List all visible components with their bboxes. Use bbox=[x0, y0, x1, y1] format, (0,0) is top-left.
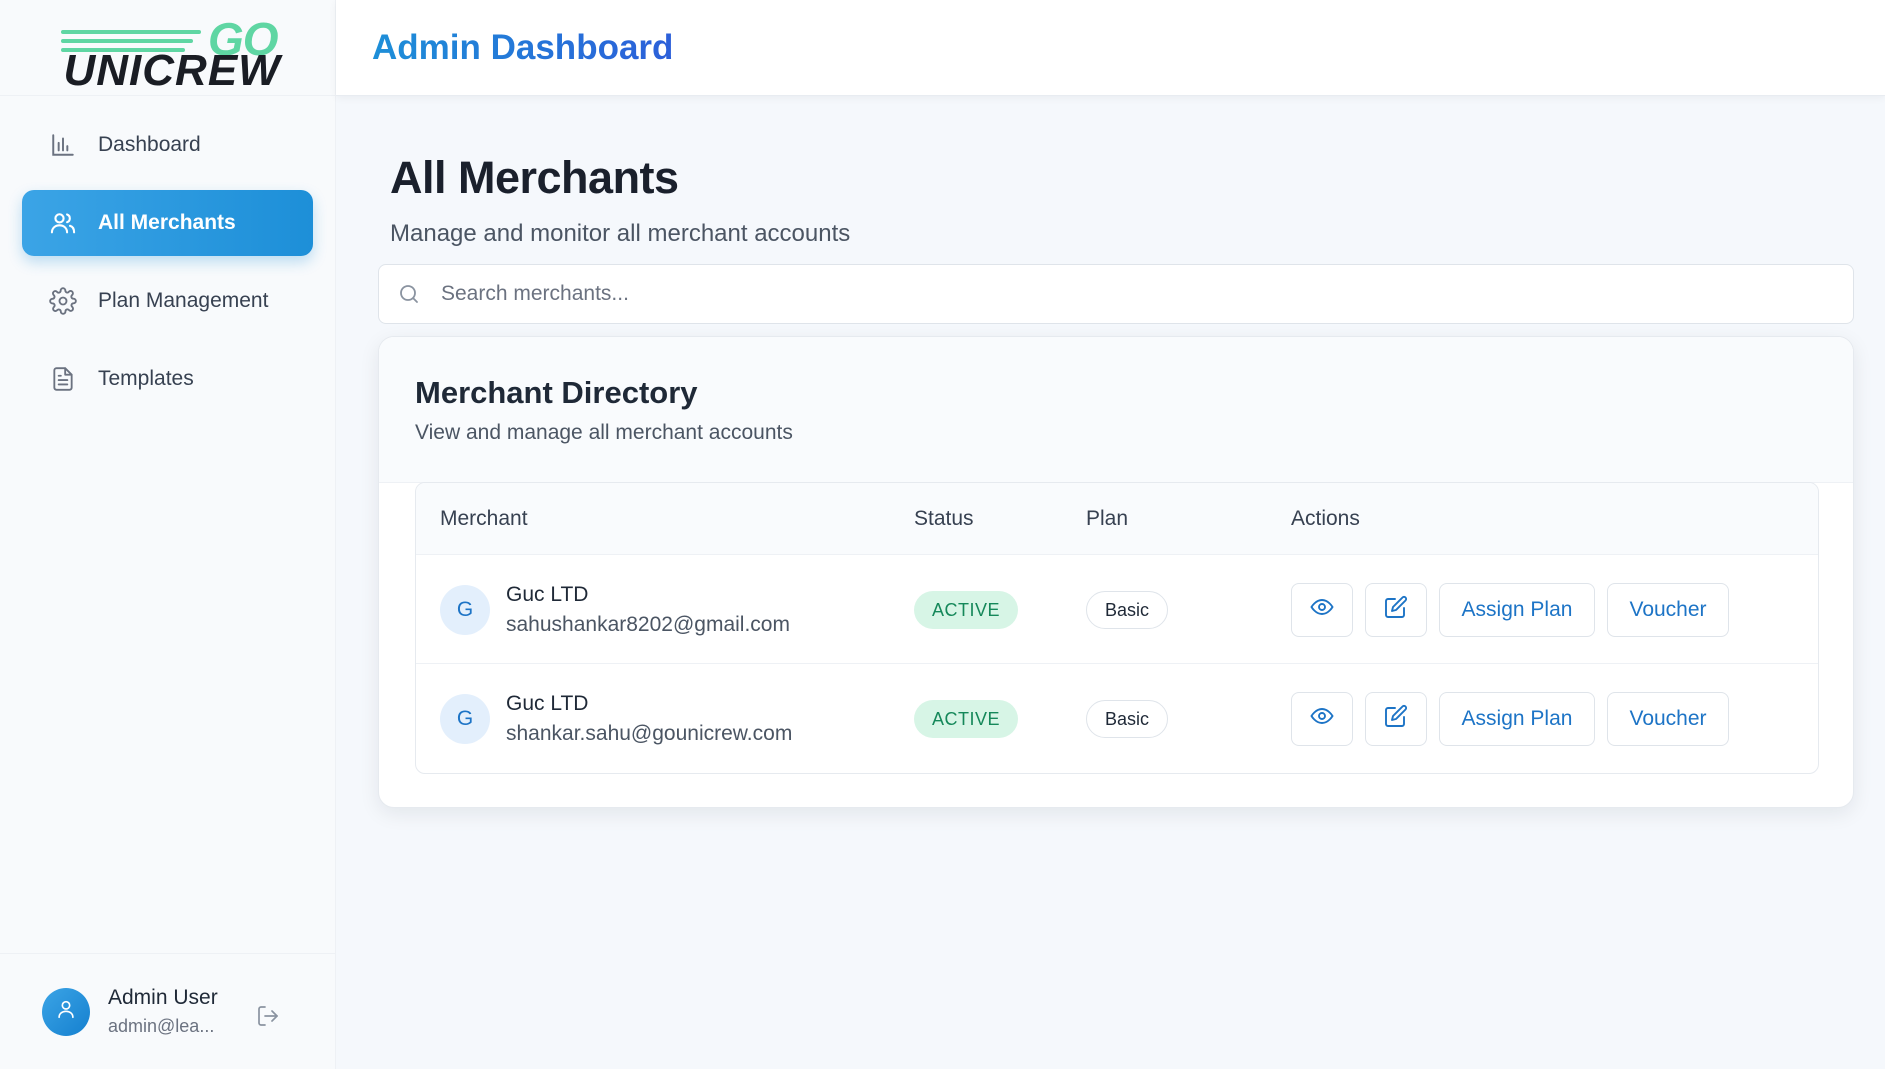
edit-icon bbox=[1384, 595, 1408, 625]
column-header-status: Status bbox=[914, 507, 974, 530]
column-header-actions: Actions bbox=[1291, 507, 1360, 530]
plan-badge: Basic bbox=[1086, 700, 1169, 738]
top-header: Admin Dashboard bbox=[336, 0, 1885, 96]
card-subtitle: View and manage all merchant accounts bbox=[415, 421, 793, 444]
sidebar-item-label: Templates bbox=[98, 367, 194, 390]
search-bar bbox=[378, 264, 1854, 324]
status-badge: ACTIVE bbox=[914, 591, 1019, 629]
users-icon bbox=[48, 208, 78, 238]
assign-plan-button[interactable]: Assign Plan bbox=[1439, 692, 1595, 746]
merchant-avatar: G bbox=[440, 585, 490, 635]
search-input[interactable] bbox=[441, 282, 1741, 306]
merchant-directory-card: Merchant Directory View and manage all m… bbox=[378, 336, 1854, 808]
merchant-email: shankar.sahu@gounicrew.com bbox=[506, 722, 793, 745]
voucher-button[interactable]: Voucher bbox=[1607, 692, 1729, 746]
user-name: Admin User bbox=[108, 986, 218, 1009]
edit-icon bbox=[1384, 704, 1408, 734]
logo-text-unicrew: UNICREW bbox=[63, 45, 281, 95]
card-header: Merchant Directory View and manage all m… bbox=[379, 337, 1853, 483]
merchant-name: Guc LTD bbox=[506, 692, 589, 715]
column-header-plan: Plan bbox=[1086, 507, 1129, 530]
table-row: G Guc LTD shankar.sahu@gounicrew.com ACT… bbox=[416, 664, 1818, 773]
view-button[interactable] bbox=[1291, 692, 1353, 746]
eye-icon bbox=[1310, 704, 1334, 734]
card-title: Merchant Directory bbox=[415, 375, 698, 410]
merchant-table: Merchant Status Plan Actions G Guc LTD s… bbox=[415, 482, 1819, 774]
avatar[interactable] bbox=[42, 987, 90, 1036]
edit-button[interactable] bbox=[1365, 692, 1427, 746]
sidebar-item-dashboard[interactable]: Dashboard bbox=[22, 112, 313, 178]
voucher-button[interactable]: Voucher bbox=[1607, 583, 1729, 637]
header-title: Admin Dashboard bbox=[372, 27, 674, 67]
sidebar-item-templates[interactable]: Templates bbox=[22, 346, 313, 412]
merchant-name: Guc LTD bbox=[506, 583, 589, 606]
logo-area: GO UNICREW bbox=[0, 0, 335, 96]
assign-plan-button[interactable]: Assign Plan bbox=[1439, 583, 1595, 637]
logout-icon[interactable] bbox=[256, 1004, 280, 1033]
status-badge: ACTIVE bbox=[914, 700, 1019, 738]
search-icon bbox=[397, 282, 421, 306]
view-button[interactable] bbox=[1291, 583, 1353, 637]
user-icon bbox=[55, 998, 77, 1025]
document-icon bbox=[48, 364, 78, 394]
sidebar-item-label: Dashboard bbox=[98, 133, 201, 156]
column-header-merchant: Merchant bbox=[440, 507, 528, 530]
sidebar: GO UNICREW Dashboard All Merchants Plan … bbox=[0, 0, 336, 1069]
sidebar-item-label: All Merchants bbox=[98, 211, 236, 234]
sidebar-item-plan-management[interactable]: Plan Management bbox=[22, 268, 313, 334]
gounicrew-logo[interactable]: GO UNICREW bbox=[58, 8, 280, 95]
sidebar-item-label: Plan Management bbox=[98, 289, 269, 312]
eye-icon bbox=[1310, 595, 1334, 625]
table-row: G Guc LTD sahushankar8202@gmail.com ACTI… bbox=[416, 555, 1818, 664]
page-title: All Merchants bbox=[390, 152, 679, 203]
page-subtitle: Manage and monitor all merchant accounts bbox=[390, 220, 851, 247]
merchant-email: sahushankar8202@gmail.com bbox=[506, 613, 790, 636]
plan-badge: Basic bbox=[1086, 591, 1169, 629]
sidebar-item-all-merchants[interactable]: All Merchants bbox=[22, 190, 313, 256]
bar-chart-icon bbox=[48, 130, 78, 160]
table-header: Merchant Status Plan Actions bbox=[416, 483, 1818, 555]
merchant-avatar: G bbox=[440, 694, 490, 744]
edit-button[interactable] bbox=[1365, 583, 1427, 637]
gear-icon bbox=[48, 286, 78, 316]
user-profile: Admin User admin@lea... bbox=[0, 953, 336, 1069]
main-content: All Merchants Manage and monitor all mer… bbox=[336, 96, 1885, 1069]
user-email: admin@lea... bbox=[108, 1016, 215, 1036]
sidebar-nav: Dashboard All Merchants Plan Management … bbox=[0, 112, 335, 412]
user-info: Admin User admin@lea... bbox=[108, 986, 218, 1037]
